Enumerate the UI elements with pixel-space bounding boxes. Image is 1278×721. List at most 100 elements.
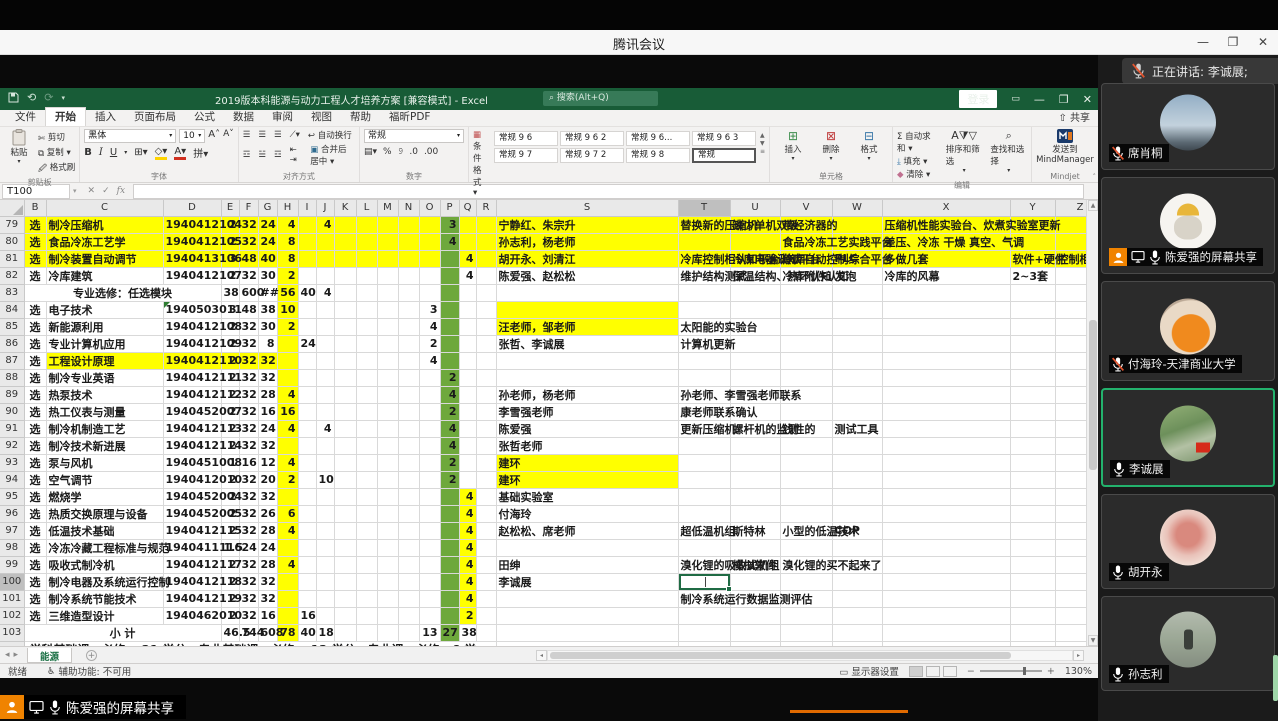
cell[interactable]: 26 [258, 505, 277, 522]
cell[interactable]: 选 [24, 522, 46, 539]
italic-button[interactable]: I [99, 147, 103, 158]
delete-cells-button[interactable]: ⊠删除▾ [816, 129, 846, 162]
cell[interactable] [419, 250, 440, 267]
cell[interactable] [1010, 607, 1055, 624]
cell[interactable] [356, 556, 377, 573]
cell[interactable] [334, 488, 356, 505]
cell[interactable] [316, 454, 334, 471]
cell[interactable]: 选 [24, 573, 46, 590]
cell[interactable] [440, 267, 459, 284]
cell[interactable] [780, 505, 832, 522]
cell[interactable] [780, 624, 832, 641]
copy-button[interactable]: ⧉ 复制 ▾ [38, 146, 75, 159]
cell[interactable] [377, 267, 398, 284]
row-header-92[interactable]: 92 [0, 437, 24, 454]
cell[interactable]: 32 [258, 369, 277, 386]
cell[interactable] [730, 573, 780, 590]
row-header-101[interactable]: 101 [0, 590, 24, 607]
cell[interactable]: 48 [239, 250, 258, 267]
cell[interactable] [440, 573, 459, 590]
column-header-B[interactable]: B [24, 200, 46, 216]
row-header-99[interactable]: 99 [0, 556, 24, 573]
cell[interactable]: 孙志利，杨老师 [496, 233, 678, 250]
cell[interactable]: 2 [277, 267, 298, 284]
cell[interactable]: 康老师联系确认 [678, 403, 730, 420]
cell[interactable]: 600 [239, 284, 258, 301]
cell[interactable]: 2 [440, 454, 459, 471]
cell[interactable] [459, 284, 476, 301]
cell[interactable] [419, 403, 440, 420]
cell[interactable] [882, 318, 1010, 335]
cell[interactable] [1010, 403, 1055, 420]
cell[interactable] [419, 267, 440, 284]
namebox-dropdown-icon[interactable]: ▾ [70, 187, 80, 195]
cell[interactable] [298, 573, 316, 590]
column-header-M[interactable]: M [377, 200, 398, 216]
cell[interactable] [398, 556, 419, 573]
borders-icon[interactable]: ⊞▾ [134, 147, 147, 158]
cell[interactable] [476, 267, 496, 284]
cell[interactable]: 13 [419, 624, 440, 641]
cell-style-option[interactable]: 常规 9 6... [626, 131, 690, 146]
cell[interactable] [356, 318, 377, 335]
cell[interactable]: 陈爱强、赵松松 [496, 267, 678, 284]
column-header-Q[interactable]: Q [459, 200, 476, 216]
cell[interactable] [298, 471, 316, 488]
cell[interactable]: 选 [24, 250, 46, 267]
cell[interactable]: 4 [419, 318, 440, 335]
cell[interactable] [1010, 352, 1055, 369]
cell[interactable] [440, 335, 459, 352]
cell[interactable] [277, 437, 298, 454]
cell[interactable] [377, 607, 398, 624]
cell[interactable] [780, 352, 832, 369]
cell[interactable] [419, 454, 440, 471]
gallery-scroll-arrows[interactable]: ▲▼≡ [760, 129, 765, 155]
cell[interactable] [440, 318, 459, 335]
cell[interactable]: 4 [440, 437, 459, 454]
cell[interactable] [356, 386, 377, 403]
cell[interactable] [356, 624, 377, 641]
cell[interactable] [780, 488, 832, 505]
cell[interactable] [377, 539, 398, 556]
cell[interactable] [377, 556, 398, 573]
cell[interactable] [277, 539, 298, 556]
cell[interactable]: 28 [258, 522, 277, 539]
cell[interactable] [1010, 318, 1055, 335]
cell[interactable]: 冷冻冷藏工程标准与规范 [46, 539, 163, 556]
row-header-97[interactable]: 97 [0, 522, 24, 539]
cell[interactable] [780, 369, 832, 386]
cell[interactable] [334, 590, 356, 607]
cell[interactable]: 选 [24, 335, 46, 352]
cell[interactable] [277, 335, 298, 352]
cell[interactable]: 1940412111 [163, 369, 221, 386]
cell[interactable] [832, 284, 882, 301]
cell[interactable]: 热工仪表与测量 [46, 403, 163, 420]
cell[interactable] [334, 267, 356, 284]
cell[interactable] [882, 403, 1010, 420]
cell[interactable] [398, 624, 419, 641]
cell[interactable] [780, 284, 832, 301]
cell[interactable] [316, 607, 334, 624]
cell[interactable]: 1940412114 [163, 437, 221, 454]
row-header-102[interactable]: 102 [0, 607, 24, 624]
cell[interactable]: 1940462010 [163, 607, 221, 624]
cell[interactable] [1010, 386, 1055, 403]
cell[interactable]: 制冷系统运行数据监测评估 [678, 590, 730, 607]
insert-cells-button[interactable]: ⊞插入▾ [778, 129, 808, 162]
cell[interactable]: 带经济器的 [780, 216, 832, 233]
column-header-P[interactable]: P [440, 200, 459, 216]
cell[interactable]: 替换新的压缩机 [678, 216, 730, 233]
cell[interactable]: 溴化锂的买不起来了 [780, 556, 832, 573]
cell[interactable]: 24 [258, 420, 277, 437]
column-header-Y[interactable]: Y [1010, 200, 1055, 216]
cell[interactable]: 1940452007 [163, 403, 221, 420]
cell[interactable] [398, 335, 419, 352]
cell[interactable] [419, 420, 440, 437]
cell[interactable]: 溴化锂的吸收式机组 [678, 556, 730, 573]
paste-button[interactable]: 粘贴▾ [4, 129, 34, 165]
cell[interactable] [316, 573, 334, 590]
accounting-format-icon[interactable]: ▤▾ [364, 147, 377, 157]
participant-tile[interactable]: 孙志利 [1101, 596, 1275, 691]
cell[interactable] [459, 233, 476, 250]
column-header-W[interactable]: W [832, 200, 882, 216]
